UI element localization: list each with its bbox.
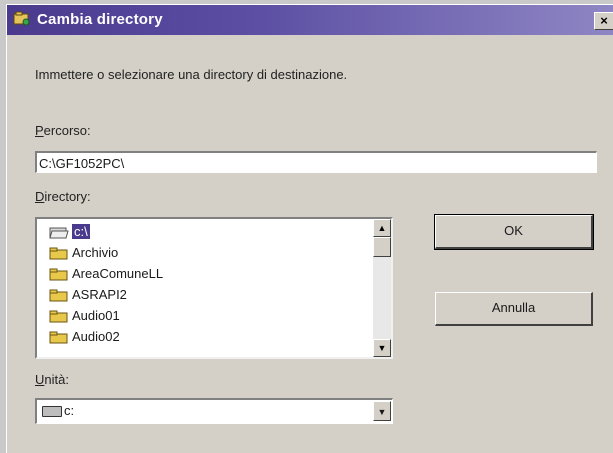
list-item[interactable]: c:\ — [49, 222, 90, 242]
directory-list[interactable]: c:\ Archivio AreaComuneLL ASRAPI2 Audio0… — [35, 217, 393, 359]
change-directory-dialog: Cambia directory × Immettere o seleziona… — [6, 4, 613, 453]
drive-icon — [42, 406, 62, 417]
drive-dropdown-button[interactable]: ▼ — [373, 401, 391, 421]
folder-icon — [49, 267, 69, 281]
cancel-button[interactable]: Annulla — [435, 292, 593, 326]
close-button[interactable]: × — [594, 12, 613, 30]
folder-icon — [49, 330, 69, 344]
arrow-up-icon: ▲ — [377, 223, 387, 233]
drive-value: c: — [64, 403, 75, 418]
chevron-down-icon: ▼ — [377, 407, 387, 417]
scroll-up-button[interactable]: ▲ — [373, 219, 391, 237]
path-label: Percorso: — [35, 123, 91, 138]
directory-label: Directory: — [35, 189, 91, 204]
window-title: Cambia directory — [37, 11, 163, 28]
scroll-down-button[interactable]: ▼ — [373, 339, 391, 357]
folder-icon — [49, 246, 69, 260]
arrow-down-icon: ▼ — [377, 343, 387, 353]
close-icon: × — [600, 13, 608, 28]
instruction-text: Immettere o selezionare una directory di… — [35, 67, 348, 82]
title-bar[interactable]: Cambia directory × — [7, 5, 613, 35]
list-item[interactable]: ASRAPI2 — [49, 285, 127, 305]
path-input[interactable]: C:\GF1052PC\ — [35, 151, 597, 173]
ok-button[interactable]: OK — [434, 214, 594, 250]
open-folder-icon — [49, 225, 69, 239]
directory-scrollbar[interactable]: ▲ ▼ — [373, 219, 391, 357]
app-icon — [13, 11, 30, 26]
scroll-thumb[interactable] — [373, 237, 391, 257]
list-item[interactable]: Audio02 — [49, 327, 120, 347]
drive-select[interactable]: c: ▼ — [35, 398, 393, 424]
drive-label: Unità: — [35, 372, 69, 387]
folder-icon — [49, 288, 69, 302]
list-item[interactable]: Audio01 — [49, 306, 120, 326]
list-item[interactable]: AreaComuneLL — [49, 264, 163, 284]
list-item[interactable]: Archivio — [49, 243, 118, 263]
folder-icon — [49, 309, 69, 323]
